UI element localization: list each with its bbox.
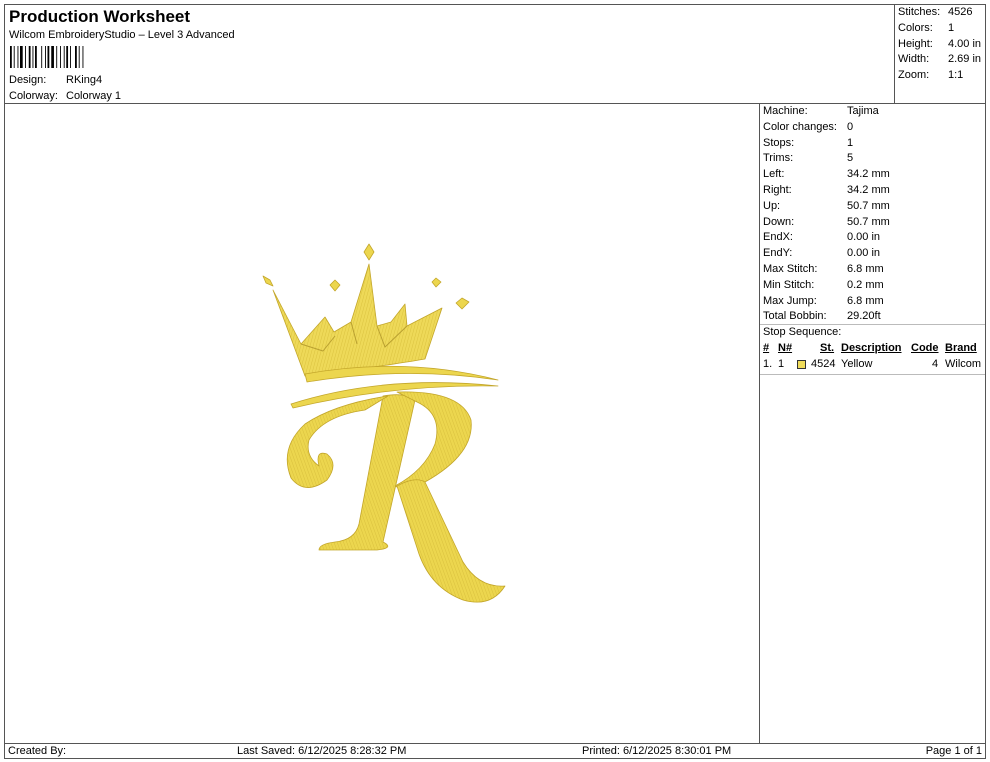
detail-row: Machine: Tajima — [763, 105, 879, 117]
summary-row-height: Height: 4.00 in — [898, 38, 981, 50]
detail-value: 0.00 in — [847, 231, 881, 244]
detail-value: 6.8 mm — [847, 263, 884, 275]
column-header: N# — [778, 342, 793, 354]
detail-label: Total Bobbin: — [763, 310, 827, 323]
detail-label: Right: — [763, 184, 792, 196]
crown-shape — [272, 263, 443, 377]
design-preview-area — [4, 103, 760, 744]
summary-panel: Stitches: 4526 Colors: 1 Height: 4.00 in Wi… — [894, 4, 986, 104]
detail-row: Up: 50.7 mm — [763, 200, 890, 212]
detail-value: 50.7 mm — [847, 215, 890, 228]
summary-value: 2.69 in — [948, 53, 982, 65]
summary-row-zoom: Zoom: 1:1 — [898, 69, 963, 81]
detail-label: Max Stitch: — [763, 263, 818, 275]
thread-brand: Wilcom — [945, 358, 982, 370]
detail-value: 1 — [847, 136, 854, 149]
column-header: Brand — [945, 342, 977, 354]
detail-value: 29.20ft — [847, 310, 881, 323]
detail-row: Total Bobbin: 29.20ft — [763, 310, 881, 322]
jewel-mid-left — [329, 279, 341, 292]
summary-label: Colors: — [898, 22, 933, 34]
detail-label: Up: — [763, 199, 781, 212]
detail-label: Min Stitch: — [763, 278, 815, 291]
colorway-label: Colorway: — [9, 90, 58, 102]
detail-row: Max Jump: 6.8 mm — [763, 295, 884, 307]
detail-value: Tajima — [847, 105, 879, 117]
detail-value: 0 — [847, 120, 854, 133]
stitch-count: 4524 — [811, 358, 836, 370]
summary-label: Height: — [898, 38, 933, 50]
summary-value: 4526 — [948, 6, 973, 18]
detail-row: Stops: 1 — [763, 137, 853, 149]
column-header: # — [763, 342, 770, 354]
summary-label: Stitches: — [898, 6, 941, 18]
detail-row: EndX: 0.00 in — [763, 231, 880, 243]
detail-value: 34.2 mm — [847, 184, 890, 196]
summary-value: 1:1 — [948, 69, 964, 81]
summary-row-width: Width: 2.69 in — [898, 53, 981, 65]
summary-row-colors: Colors: 1 — [898, 22, 954, 34]
colorway-row: Colorway: Colorway 1 — [9, 90, 121, 102]
detail-value: 6.8 mm — [847, 294, 884, 307]
detail-row: Right: 34.2 mm — [763, 184, 890, 196]
summary-label: Width: — [898, 53, 930, 65]
jewel-left — [262, 275, 274, 287]
worksheet-footer: Created By: Last Saved: 6/12/2025 8:28:3… — [4, 743, 986, 759]
detail-label: EndX: — [763, 231, 793, 244]
detail-value: 0.2 mm — [847, 278, 884, 291]
needle-number: 1 — [778, 358, 785, 370]
worksheet-header: Production Worksheet Wilcom EmbroiderySt… — [4, 4, 895, 104]
worksheet-title: Production Worksheet — [9, 7, 191, 26]
thread-description: Yellow — [841, 358, 873, 370]
detail-label: Color changes: — [763, 120, 837, 133]
summary-value: 4.00 in — [948, 38, 982, 50]
details-panel: Machine: Tajima Color changes: 0 Stops: 1 Trim… — [759, 103, 986, 744]
stop-index: 1. — [763, 358, 773, 370]
letter-r-leg — [396, 479, 506, 603]
detail-value: 50.7 mm — [847, 199, 890, 212]
detail-row: Trims: 5 — [763, 152, 853, 164]
jewel-right — [455, 297, 470, 310]
stop-sequence-title: Stop Sequence: — [763, 326, 842, 338]
last-saved: Last Saved: 6/12/2025 8:28:32 PM — [237, 745, 407, 757]
column-header: St. — [820, 342, 835, 354]
embroidery-design-image — [262, 243, 506, 603]
detail-label: EndY: — [763, 247, 793, 260]
detail-label: Machine: — [763, 105, 808, 117]
section-divider — [760, 324, 985, 325]
column-header: Description — [841, 342, 902, 354]
software-name: Wilcom EmbroideryStudio – Level 3 Advanc… — [9, 29, 235, 41]
created-by: Created By: — [8, 745, 67, 757]
thread-color-swatch — [797, 360, 806, 369]
jewel-top — [363, 243, 375, 261]
column-header: Code — [911, 342, 939, 354]
barcode-image — [10, 46, 84, 68]
detail-row: Left: 34.2 mm — [763, 168, 890, 180]
detail-row: Color changes: 0 — [763, 121, 853, 133]
page-number: Page 1 of 1 — [925, 745, 982, 757]
summary-value: 1 — [948, 22, 955, 34]
jewel-mid-right — [431, 277, 442, 288]
summary-row-stitches: Stitches: 4526 — [898, 6, 972, 18]
design-label: Design: — [9, 74, 47, 86]
detail-value: 5 — [847, 152, 854, 165]
detail-row: Down: 50.7 mm — [763, 216, 890, 228]
printed-date: Printed: 6/12/2025 8:30:01 PM — [582, 745, 732, 757]
thread-code: 4 — [932, 358, 939, 370]
detail-value: 0.00 in — [847, 247, 881, 260]
design-row: Design: RKing4 — [9, 74, 102, 86]
detail-value: 34.2 mm — [847, 168, 890, 181]
detail-row: Max Stitch: 6.8 mm — [763, 263, 884, 275]
detail-label: Stops: — [763, 136, 795, 149]
detail-label: Max Jump: — [763, 294, 817, 307]
summary-label: Zoom: — [898, 69, 930, 81]
detail-row: Min Stitch: 0.2 mm — [763, 279, 884, 291]
detail-label: Trims: — [763, 152, 794, 165]
design-value: RKing4 — [66, 74, 103, 86]
colorway-value: Colorway 1 — [66, 90, 122, 102]
detail-label: Down: — [763, 215, 795, 228]
detail-label: Left: — [763, 168, 785, 181]
detail-row: EndY: 0.00 in — [763, 247, 880, 259]
section-divider — [760, 374, 985, 375]
